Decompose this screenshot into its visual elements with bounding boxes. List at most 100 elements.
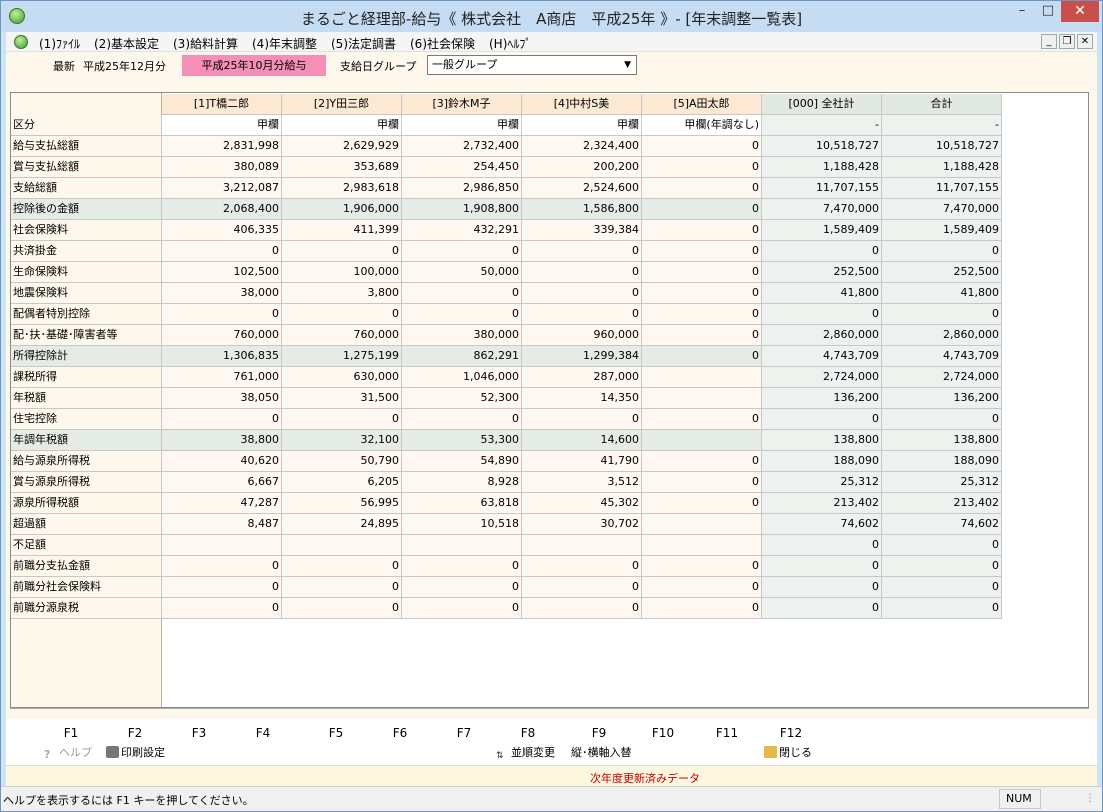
table-cell[interactable]: 8,928 bbox=[402, 472, 522, 493]
table-cell[interactable]: 14,350 bbox=[522, 388, 642, 409]
table-cell[interactable]: 甲欄(年調なし) bbox=[642, 115, 762, 136]
table-cell[interactable]: 1,589,409 bbox=[882, 220, 1002, 241]
table-cell[interactable]: 2,831,998 bbox=[162, 136, 282, 157]
table-cell[interactable]: 24,895 bbox=[282, 514, 402, 535]
table-cell[interactable]: 0 bbox=[642, 199, 762, 220]
menu-help[interactable]: (H)ﾍﾙﾌﾟ bbox=[489, 35, 531, 52]
table-cell[interactable]: 100,000 bbox=[282, 262, 402, 283]
table-cell[interactable]: 252,500 bbox=[762, 262, 882, 283]
table-cell[interactable]: 2,986,850 bbox=[402, 178, 522, 199]
table-cell[interactable]: 411,399 bbox=[282, 220, 402, 241]
table-cell[interactable]: 25,312 bbox=[882, 472, 1002, 493]
child-restore-button[interactable]: ❐ bbox=[1059, 34, 1075, 49]
table-cell[interactable]: 0 bbox=[642, 577, 762, 598]
table-cell[interactable]: 252,500 bbox=[882, 262, 1002, 283]
table-cell[interactable]: 1,906,000 bbox=[282, 199, 402, 220]
table-cell[interactable]: 380,000 bbox=[402, 325, 522, 346]
table-cell[interactable]: 8,487 bbox=[162, 514, 282, 535]
table-cell[interactable]: 406,335 bbox=[162, 220, 282, 241]
help-button[interactable]: ? ヘルプ bbox=[44, 744, 92, 761]
table-cell[interactable]: 0 bbox=[882, 409, 1002, 430]
table-cell[interactable]: 10,518 bbox=[402, 514, 522, 535]
table-cell[interactable]: 50,790 bbox=[282, 451, 402, 472]
table-cell[interactable]: 1,275,199 bbox=[282, 346, 402, 367]
table-cell[interactable]: 38,000 bbox=[162, 283, 282, 304]
table-cell[interactable]: 254,450 bbox=[402, 157, 522, 178]
table-cell[interactable]: 0 bbox=[762, 409, 882, 430]
table-cell[interactable]: 0 bbox=[762, 241, 882, 262]
function-key-f2[interactable]: F2 bbox=[115, 726, 155, 740]
table-cell[interactable]: 甲欄 bbox=[522, 115, 642, 136]
function-key-f11[interactable]: F11 bbox=[707, 726, 747, 740]
table-cell[interactable] bbox=[522, 535, 642, 556]
close-window-button[interactable]: ✕ bbox=[1061, 1, 1099, 22]
table-cell[interactable]: 188,090 bbox=[882, 451, 1002, 472]
table-cell[interactable]: 0 bbox=[882, 577, 1002, 598]
table-cell[interactable]: 1,188,428 bbox=[882, 157, 1002, 178]
table-cell[interactable] bbox=[642, 367, 762, 388]
menu-salary-calc[interactable]: (3)給料計算 bbox=[173, 35, 238, 52]
table-cell[interactable]: 136,200 bbox=[762, 388, 882, 409]
table-cell[interactable]: 38,800 bbox=[162, 430, 282, 451]
table-cell[interactable]: 甲欄 bbox=[402, 115, 522, 136]
table-cell[interactable]: 0 bbox=[762, 577, 882, 598]
table-cell[interactable] bbox=[642, 430, 762, 451]
table-cell[interactable]: 760,000 bbox=[162, 325, 282, 346]
table-cell[interactable]: 0 bbox=[522, 304, 642, 325]
table-cell[interactable]: 54,890 bbox=[402, 451, 522, 472]
menu-file[interactable]: (1)ﾌｧｲﾙ bbox=[39, 35, 80, 52]
table-cell[interactable]: 213,402 bbox=[762, 493, 882, 514]
column-header[interactable]: [000] 全社計 bbox=[762, 94, 882, 115]
table-cell[interactable]: 甲欄 bbox=[282, 115, 402, 136]
child-close-button[interactable]: ✕ bbox=[1077, 34, 1093, 49]
table-cell[interactable]: 0 bbox=[522, 409, 642, 430]
table-cell[interactable]: 0 bbox=[642, 556, 762, 577]
table-cell[interactable]: 56,995 bbox=[282, 493, 402, 514]
function-key-f5[interactable]: F5 bbox=[316, 726, 356, 740]
table-cell[interactable]: 6,667 bbox=[162, 472, 282, 493]
table-cell[interactable]: 862,291 bbox=[402, 346, 522, 367]
table-cell[interactable]: 0 bbox=[282, 598, 402, 619]
table-cell[interactable]: 0 bbox=[522, 577, 642, 598]
table-cell[interactable]: 4,743,709 bbox=[882, 346, 1002, 367]
table-cell[interactable]: 10,518,727 bbox=[762, 136, 882, 157]
table-cell[interactable]: 200,200 bbox=[522, 157, 642, 178]
table-cell[interactable]: 0 bbox=[762, 556, 882, 577]
table-cell[interactable] bbox=[642, 388, 762, 409]
table-cell[interactable]: 4,743,709 bbox=[762, 346, 882, 367]
table-cell[interactable]: 2,724,000 bbox=[762, 367, 882, 388]
table-cell[interactable]: 0 bbox=[762, 304, 882, 325]
table-cell[interactable] bbox=[162, 535, 282, 556]
function-key-f3[interactable]: F3 bbox=[179, 726, 219, 740]
table-cell[interactable]: 138,800 bbox=[882, 430, 1002, 451]
table-cell[interactable]: 0 bbox=[402, 241, 522, 262]
table-cell[interactable]: 2,068,400 bbox=[162, 199, 282, 220]
document-icon[interactable] bbox=[14, 35, 28, 49]
table-cell[interactable]: 0 bbox=[522, 283, 642, 304]
table-cell[interactable]: 50,000 bbox=[402, 262, 522, 283]
table-cell[interactable]: 3,212,087 bbox=[162, 178, 282, 199]
table-cell[interactable]: 31,500 bbox=[282, 388, 402, 409]
table-cell[interactable]: 14,600 bbox=[522, 430, 642, 451]
table-cell[interactable]: 0 bbox=[642, 136, 762, 157]
table-cell[interactable]: 761,000 bbox=[162, 367, 282, 388]
table-cell[interactable]: 0 bbox=[162, 241, 282, 262]
table-cell[interactable]: 0 bbox=[642, 409, 762, 430]
table-cell[interactable]: 0 bbox=[762, 535, 882, 556]
table-cell[interactable]: 1,586,800 bbox=[522, 199, 642, 220]
table-cell[interactable]: 3,512 bbox=[522, 472, 642, 493]
table-cell[interactable]: 0 bbox=[882, 556, 1002, 577]
table-cell[interactable]: 0 bbox=[642, 325, 762, 346]
table-cell[interactable]: 102,500 bbox=[162, 262, 282, 283]
table-cell[interactable]: 960,000 bbox=[522, 325, 642, 346]
table-cell[interactable]: - bbox=[762, 115, 882, 136]
table-cell[interactable]: 0 bbox=[642, 220, 762, 241]
table-cell[interactable]: 2,983,618 bbox=[282, 178, 402, 199]
function-key-f4[interactable]: F4 bbox=[243, 726, 283, 740]
table-cell[interactable]: 0 bbox=[642, 472, 762, 493]
table-cell[interactable]: 339,384 bbox=[522, 220, 642, 241]
table-cell[interactable]: 432,291 bbox=[402, 220, 522, 241]
table-cell[interactable]: 1,188,428 bbox=[762, 157, 882, 178]
table-cell[interactable]: 0 bbox=[882, 535, 1002, 556]
maximize-button[interactable]: □ bbox=[1035, 1, 1061, 22]
